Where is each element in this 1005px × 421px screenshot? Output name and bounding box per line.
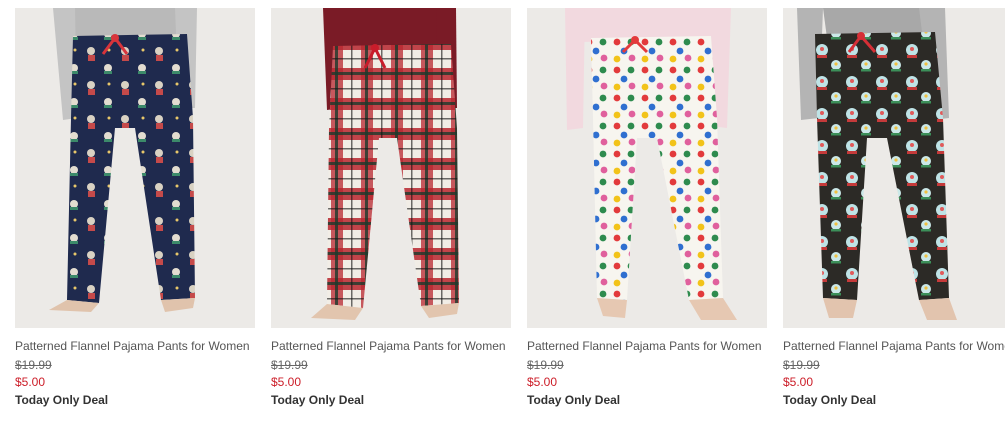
product-card[interactable]: Patterned Flannel Pajama Pants for Women… bbox=[15, 8, 255, 407]
product-image[interactable] bbox=[783, 8, 1005, 328]
product-card[interactable]: Patterned Flannel Pajama Pants for Women… bbox=[527, 8, 767, 407]
product-image[interactable] bbox=[271, 8, 511, 328]
sale-price: $5.00 bbox=[271, 375, 302, 389]
promo-label: Today Only Deal bbox=[15, 393, 109, 407]
sale-price: $5.00 bbox=[15, 375, 46, 389]
product-name[interactable]: Patterned Flannel Pajama Pants for Women bbox=[783, 339, 1005, 355]
product-image[interactable] bbox=[527, 8, 767, 328]
original-price: $19.99 bbox=[783, 358, 820, 372]
original-price: $19.99 bbox=[15, 358, 52, 372]
product-card[interactable]: Patterned Flannel Pajama Pants for Women… bbox=[271, 8, 511, 407]
original-price: $19.99 bbox=[271, 358, 308, 372]
product-image[interactable] bbox=[15, 8, 255, 328]
sale-price: $5.00 bbox=[783, 375, 814, 389]
sale-price: $5.00 bbox=[527, 375, 558, 389]
product-name[interactable]: Patterned Flannel Pajama Pants for Women bbox=[271, 339, 511, 355]
promo-label: Today Only Deal bbox=[271, 393, 365, 407]
product-card[interactable]: Patterned Flannel Pajama Pants for Women… bbox=[783, 8, 1005, 407]
promo-label: Today Only Deal bbox=[527, 393, 621, 407]
product-name[interactable]: Patterned Flannel Pajama Pants for Women bbox=[15, 339, 255, 355]
product-grid: Patterned Flannel Pajama Pants for Women… bbox=[0, 0, 1005, 421]
promo-label: Today Only Deal bbox=[783, 393, 877, 407]
product-name[interactable]: Patterned Flannel Pajama Pants for Women bbox=[527, 339, 767, 355]
original-price: $19.99 bbox=[527, 358, 564, 372]
